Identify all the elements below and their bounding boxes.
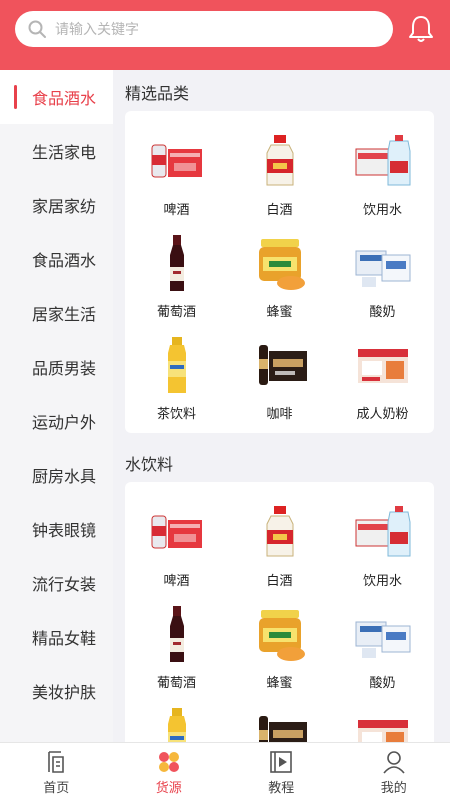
category-label: 葡萄酒 — [156, 305, 196, 320]
category-label: 酸奶 — [369, 676, 396, 691]
baijiu-icon — [249, 131, 311, 193]
tab-label: 我的 — [380, 781, 407, 796]
yogurt-icon — [352, 233, 414, 295]
category-tile[interactable]: 葡萄酒 — [125, 590, 228, 692]
water-icon — [352, 502, 414, 564]
category-grid: 啤酒 白酒 饮用水葡萄酒 蜂蜜 酸奶茶饮料 咖啡 成人奶粉 — [125, 111, 434, 433]
category-grid: 啤酒 白酒 饮用水葡萄酒 蜂蜜 酸奶茶饮料咖啡成人奶粉 — [125, 482, 434, 742]
bottom-tab-bar: 首页 货源 教程 我的 — [0, 742, 450, 800]
category-tile[interactable]: 饮用水 — [331, 488, 434, 590]
category-label: 饮用水 — [362, 574, 402, 589]
category-tile[interactable]: 咖啡 — [228, 321, 331, 423]
category-label: 茶饮料 — [156, 407, 196, 422]
category-tile[interactable]: 茶饮料 — [125, 692, 228, 742]
search-bar[interactable]: 请输入关键字 — [15, 11, 393, 47]
category-tile[interactable]: 酸奶 — [331, 219, 434, 321]
tab-label: 货源 — [155, 781, 182, 796]
water-icon — [352, 131, 414, 193]
category-tile[interactable]: 饮用水 — [331, 117, 434, 219]
sidebar-item[interactable]: 美妆护肤 — [0, 664, 113, 718]
sidebar-item[interactable]: 食品酒水 — [0, 70, 113, 124]
tab-source[interactable]: 货源 — [113, 743, 226, 800]
category-label: 啤酒 — [163, 574, 190, 589]
tab-tutorial[interactable]: 教程 — [225, 743, 338, 800]
category-label: 酸奶 — [369, 305, 396, 320]
sidebar-item[interactable]: 生活家电 — [0, 124, 113, 178]
sidebar-item[interactable]: 钟表眼镜 — [0, 502, 113, 556]
source-icon — [158, 752, 179, 772]
tab-label: 教程 — [268, 781, 295, 796]
search-input[interactable]: 请输入关键字 — [55, 19, 139, 39]
sidebar-item[interactable]: 流行女装 — [0, 556, 113, 610]
category-label: 蜂蜜 — [266, 305, 293, 320]
category-sidebar: 食品酒水 生活家电 家居家纺 食品酒水 居家生活 品质男装 运动户外 厨房水具 钟表眼镜 流行女装… — [0, 70, 113, 742]
sidebar-item[interactable]: 品质男装 — [0, 340, 113, 394]
category-label: 蜂蜜 — [266, 676, 293, 691]
category-tile[interactable]: 蜂蜜 — [228, 590, 331, 692]
bell-icon[interactable] — [405, 13, 437, 45]
category-tile[interactable]: 蜂蜜 — [228, 219, 331, 321]
beer-icon — [146, 502, 208, 564]
category-label: 白酒 — [266, 203, 293, 218]
category-label: 白酒 — [266, 574, 293, 589]
home-icon — [48, 751, 65, 773]
category-tile[interactable]: 酸奶 — [331, 590, 434, 692]
milk-powder-icon — [352, 335, 414, 397]
category-tile[interactable]: 白酒 — [228, 117, 331, 219]
profile-icon — [383, 751, 405, 774]
sidebar-item[interactable]: 家居家纺 — [0, 178, 113, 232]
category-label: 啤酒 — [163, 203, 190, 218]
milk-powder-icon — [352, 706, 414, 742]
category-label: 葡萄酒 — [156, 676, 196, 691]
sidebar-item[interactable]: 运动户外 — [0, 394, 113, 448]
tab-label: 首页 — [43, 781, 70, 796]
category-label: 咖啡 — [266, 407, 293, 422]
section-title: 精选品类 — [125, 84, 190, 103]
coffee-icon — [249, 706, 311, 742]
category-tile[interactable]: 白酒 — [228, 488, 331, 590]
section-title: 水饮料 — [125, 455, 174, 474]
sidebar-item[interactable]: 厨房水具 — [0, 448, 113, 502]
category-tile[interactable]: 葡萄酒 — [125, 219, 228, 321]
tab-profile[interactable]: 我的 — [338, 743, 450, 800]
category-label: 饮用水 — [362, 203, 402, 218]
category-tile[interactable]: 咖啡 — [228, 692, 331, 742]
category-label: 成人奶粉 — [356, 407, 409, 422]
category-tile[interactable]: 茶饮料 — [125, 321, 228, 423]
category-tile[interactable]: 成人奶粉 — [331, 321, 434, 423]
coffee-icon — [249, 335, 311, 397]
sidebar-item[interactable]: 食品酒水 — [0, 232, 113, 286]
wine-icon — [146, 604, 208, 666]
tea-drink-icon — [146, 706, 208, 742]
search-icon — [28, 20, 46, 38]
category-tile[interactable]: 啤酒 — [125, 117, 228, 219]
header-bar: 请输入关键字 — [0, 0, 450, 70]
wine-icon — [146, 233, 208, 295]
baijiu-icon — [249, 502, 311, 564]
honey-icon — [249, 604, 311, 666]
sidebar-item[interactable]: 精品女鞋 — [0, 610, 113, 664]
product-panel: 精选品类 啤酒 白酒 饮用水 葡萄酒 蜂蜜 酸奶 茶饮料 咖啡 成人奶粉 水饮料 啤酒 白酒 饮用水 葡萄酒… — [113, 70, 450, 742]
yogurt-icon — [352, 604, 414, 666]
honey-icon — [249, 233, 311, 295]
sidebar-item[interactable]: 居家生活 — [0, 286, 113, 340]
category-tile[interactable]: 成人奶粉 — [331, 692, 434, 742]
category-tile[interactable]: 啤酒 — [125, 488, 228, 590]
beer-icon — [146, 131, 208, 193]
tea-drink-icon — [146, 335, 208, 397]
tab-home[interactable]: 首页 — [0, 743, 113, 800]
tutorial-icon — [270, 751, 293, 773]
